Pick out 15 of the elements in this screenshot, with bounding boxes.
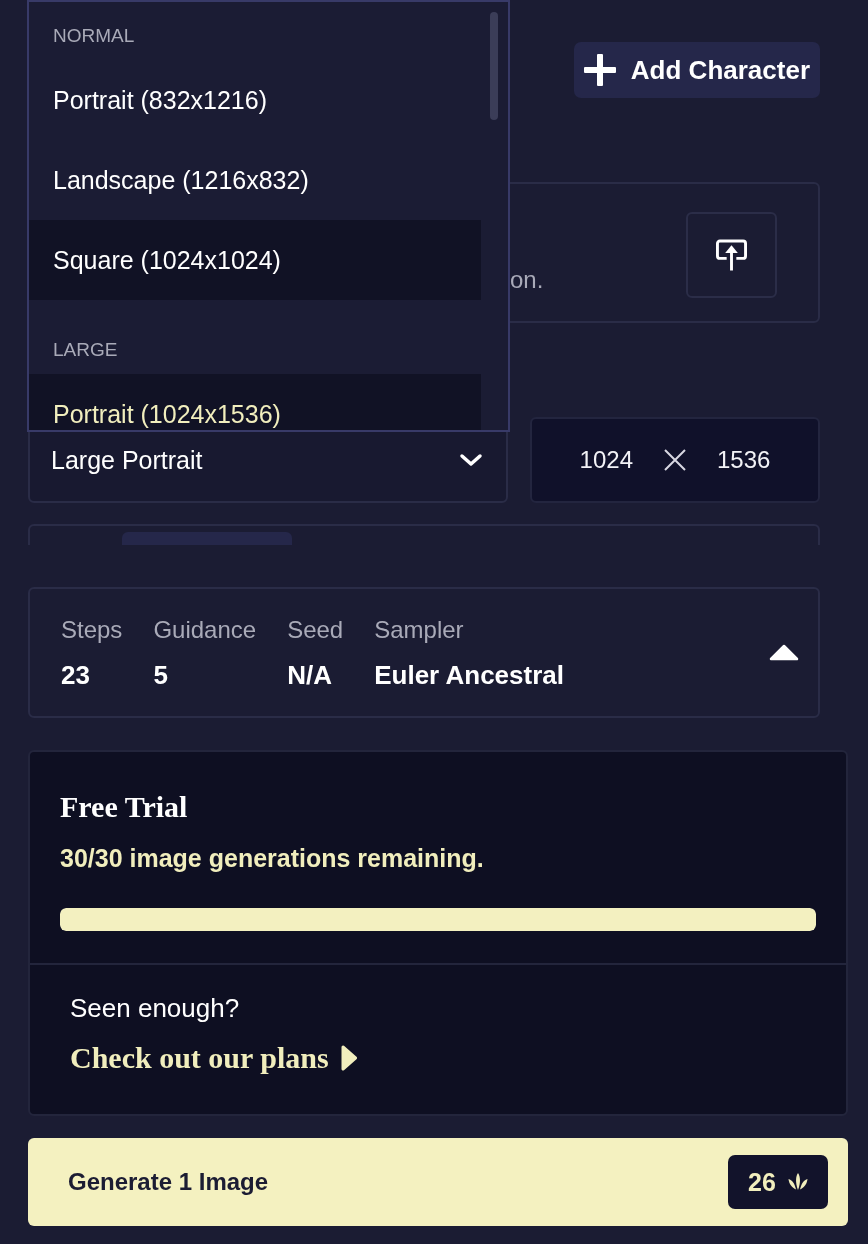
group-heading: LARGE	[52, 338, 119, 362]
remaining-text: 30/30 image generations remaining.	[60, 843, 484, 874]
cost-value: 26	[748, 1167, 776, 1197]
setting-label: Seed	[287, 614, 344, 645]
setting-label: Guidance	[153, 614, 257, 645]
setting-value: 23	[61, 658, 90, 691]
prompt-text: Seen enough?	[70, 992, 240, 1025]
setting-value: N/A	[287, 658, 332, 691]
setting-label: Sampler	[374, 614, 464, 645]
setting-label: Steps	[61, 614, 123, 645]
group-heading: NORMAL	[52, 24, 136, 48]
setting-value: Euler Ancestral	[374, 658, 564, 691]
setting-value: 5	[153, 658, 168, 691]
card-text: on.	[510, 266, 544, 293]
trial-title: Free Trial	[60, 790, 188, 824]
